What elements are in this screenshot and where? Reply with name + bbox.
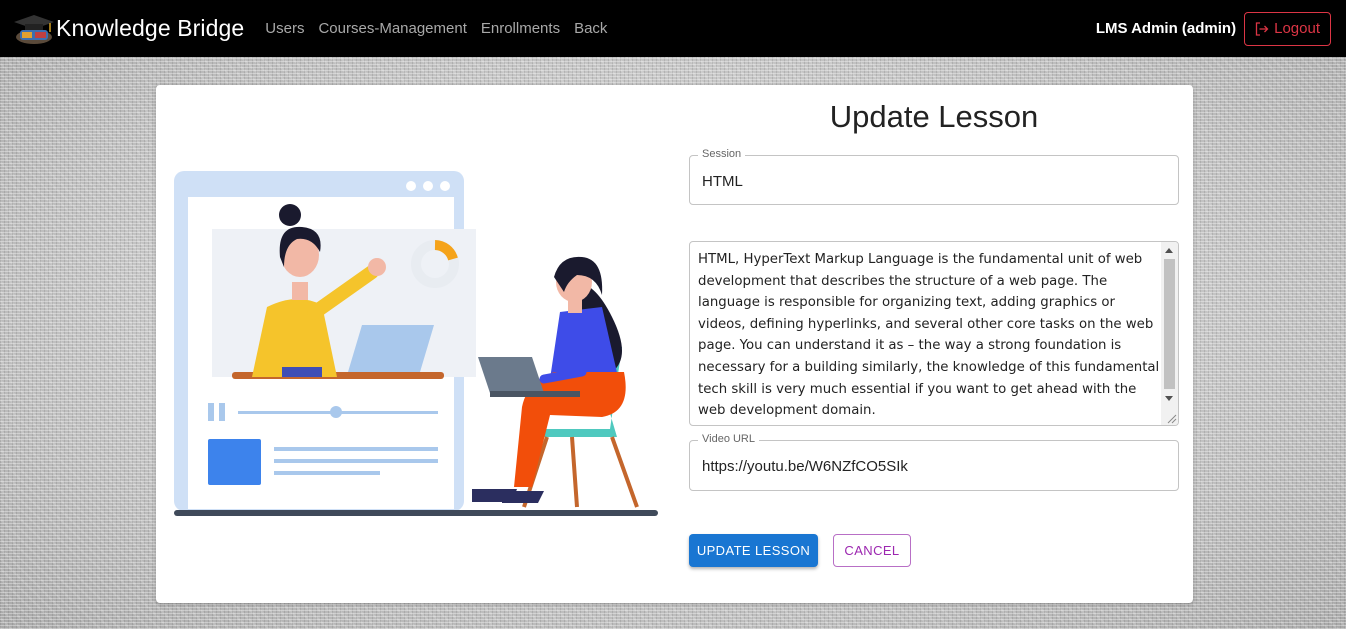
session-field[interactable]: Session HTML xyxy=(689,148,1179,205)
update-lesson-button[interactable]: UPDATE LESSON xyxy=(689,534,818,567)
nav-link-back[interactable]: Back xyxy=(574,20,607,37)
update-lesson-card: Update Lesson Session HTML HTML, HyperTe… xyxy=(156,85,1193,603)
nav-link-users[interactable]: Users xyxy=(265,20,304,37)
online-learning-illustration xyxy=(174,171,658,516)
logout-button[interactable]: Logout xyxy=(1244,11,1331,46)
navbar: Knowledge Bridge Users Courses-Managemen… xyxy=(0,0,1346,57)
nav-link-courses-management[interactable]: Courses-Management xyxy=(318,20,466,37)
description-text: HTML, HyperText Markup Language is the f… xyxy=(698,252,1160,419)
video-url-value: https://youtu.be/W6NZfCO5SIk xyxy=(702,458,908,475)
user-name: LMS Admin (admin) xyxy=(1095,20,1237,37)
video-url-label: Video URL xyxy=(698,433,759,445)
nav-user-area: LMS Admin (admin) Logout xyxy=(1095,11,1331,46)
session-label: Session xyxy=(698,148,746,160)
brand[interactable]: Knowledge Bridge xyxy=(12,12,244,46)
nav-links: Users Courses-Management Enrollments Bac… xyxy=(258,20,614,37)
session-value: HTML xyxy=(702,173,743,190)
video-url-field[interactable]: Video URL https://youtu.be/W6NZfCO5SIk xyxy=(689,433,1179,491)
graduation-cap-logo-icon xyxy=(14,14,54,44)
page-title: Update Lesson xyxy=(829,99,1039,134)
scroll-up-arrow-icon[interactable] xyxy=(1165,248,1173,253)
logout-label: Logout xyxy=(1274,20,1320,37)
logout-icon xyxy=(1255,21,1269,36)
resize-grip-icon[interactable] xyxy=(1165,412,1177,424)
scroll-down-arrow-icon[interactable] xyxy=(1165,396,1173,401)
description-textarea[interactable]: HTML, HyperText Markup Language is the f… xyxy=(689,241,1179,426)
description-scrollbar[interactable] xyxy=(1161,242,1178,425)
nav-link-enrollments[interactable]: Enrollments xyxy=(481,20,560,37)
brand-name: Knowledge Bridge xyxy=(56,15,245,41)
cancel-button[interactable]: CANCEL xyxy=(833,534,911,567)
scroll-thumb[interactable] xyxy=(1164,259,1175,389)
